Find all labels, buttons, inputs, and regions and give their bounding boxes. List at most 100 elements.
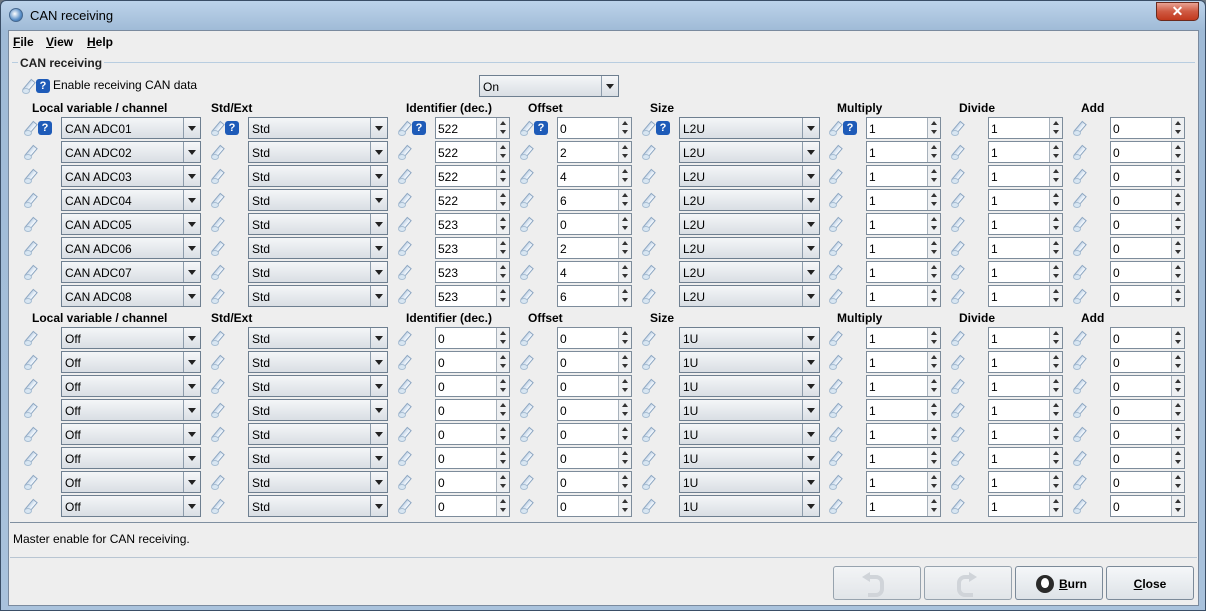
edit-icon[interactable] [209, 168, 225, 184]
multiply-value[interactable]: 1 [869, 194, 876, 208]
identifier-spinner[interactable]: 523 [435, 261, 510, 283]
add-value[interactable]: 0 [1113, 428, 1120, 442]
spinner-arrows-icon[interactable] [927, 400, 940, 420]
divide-spinner[interactable]: 1 [988, 285, 1063, 307]
spinner-arrows-icon[interactable] [496, 376, 509, 396]
identifier-value[interactable]: 0 [438, 452, 445, 466]
offset-spinner[interactable]: 4 [557, 165, 632, 187]
local-combo[interactable]: CAN ADC01 [61, 117, 201, 139]
edit-icon[interactable] [209, 402, 225, 418]
chevron-down-icon[interactable] [370, 352, 387, 372]
chevron-down-icon[interactable] [183, 424, 200, 444]
spinner-arrows-icon[interactable] [1171, 142, 1184, 162]
chevron-down-icon[interactable] [370, 400, 387, 420]
edit-icon[interactable] [518, 498, 534, 514]
spinner-arrows-icon[interactable] [618, 118, 631, 138]
edit-icon[interactable] [827, 264, 843, 280]
offset-value[interactable]: 0 [560, 218, 567, 232]
identifier-value[interactable]: 0 [438, 428, 445, 442]
spinner-arrows-icon[interactable] [1171, 448, 1184, 468]
multiply-spinner[interactable]: 1 [866, 375, 941, 397]
edit-icon[interactable] [827, 378, 843, 394]
stdext-combo[interactable]: Std [248, 165, 388, 187]
local-combo[interactable]: Off [61, 447, 201, 469]
edit-icon[interactable] [640, 378, 656, 394]
local-combo[interactable]: CAN ADC02 [61, 141, 201, 163]
add-spinner[interactable]: 0 [1110, 351, 1185, 373]
identifier-value[interactable]: 523 [438, 242, 458, 256]
identifier-spinner[interactable]: 0 [435, 351, 510, 373]
offset-spinner[interactable]: 0 [557, 471, 632, 493]
chevron-down-icon[interactable] [183, 286, 200, 306]
local-combo[interactable]: Off [61, 471, 201, 493]
size-combo[interactable]: L2U [679, 189, 820, 211]
multiply-spinner[interactable]: 1 [866, 399, 941, 421]
stdext-combo[interactable]: Std [248, 285, 388, 307]
offset-spinner[interactable]: 0 [557, 495, 632, 517]
multiply-spinner[interactable]: 1 [866, 237, 941, 259]
edit-icon[interactable] [640, 264, 656, 280]
identifier-spinner[interactable]: 0 [435, 375, 510, 397]
spinner-arrows-icon[interactable] [1049, 262, 1062, 282]
add-value[interactable]: 0 [1113, 218, 1120, 232]
local-combo[interactable]: CAN ADC06 [61, 237, 201, 259]
close-button[interactable]: Close [1106, 566, 1194, 600]
add-spinner[interactable]: 0 [1110, 141, 1185, 163]
offset-spinner[interactable]: 0 [557, 327, 632, 349]
spinner-arrows-icon[interactable] [618, 376, 631, 396]
edit-icon[interactable] [22, 264, 38, 280]
window-close-button[interactable]: ✕ [1156, 2, 1199, 21]
edit-icon[interactable] [1071, 354, 1087, 370]
divide-value[interactable]: 1 [991, 170, 998, 184]
help-icon[interactable]: ? [38, 121, 52, 135]
offset-value[interactable]: 6 [560, 290, 567, 304]
size-combo[interactable]: L2U [679, 165, 820, 187]
edit-icon[interactable] [20, 78, 36, 94]
chevron-down-icon[interactable] [183, 448, 200, 468]
burn-button[interactable]: Burn [1015, 566, 1103, 600]
chevron-down-icon[interactable] [370, 262, 387, 282]
edit-icon[interactable] [22, 240, 38, 256]
identifier-value[interactable]: 522 [438, 122, 458, 136]
add-value[interactable]: 0 [1113, 122, 1120, 136]
identifier-spinner[interactable]: 0 [435, 447, 510, 469]
chevron-down-icon[interactable] [183, 376, 200, 396]
spinner-arrows-icon[interactable] [1049, 214, 1062, 234]
spinner-arrows-icon[interactable] [927, 262, 940, 282]
edit-icon[interactable] [209, 426, 225, 442]
offset-spinner[interactable]: 0 [557, 375, 632, 397]
spinner-arrows-icon[interactable] [496, 142, 509, 162]
spinner-arrows-icon[interactable] [1049, 496, 1062, 516]
spinner-arrows-icon[interactable] [1049, 166, 1062, 186]
edit-icon[interactable] [518, 120, 534, 136]
identifier-value[interactable]: 523 [438, 266, 458, 280]
spinner-arrows-icon[interactable] [1171, 262, 1184, 282]
chevron-down-icon[interactable] [802, 424, 819, 444]
spinner-arrows-icon[interactable] [1049, 238, 1062, 258]
edit-icon[interactable] [949, 330, 965, 346]
edit-icon[interactable] [22, 192, 38, 208]
spinner-arrows-icon[interactable] [618, 262, 631, 282]
add-value[interactable]: 0 [1113, 266, 1120, 280]
edit-icon[interactable] [209, 192, 225, 208]
divide-value[interactable]: 1 [991, 332, 998, 346]
multiply-value[interactable]: 1 [869, 146, 876, 160]
offset-spinner[interactable]: 0 [557, 447, 632, 469]
edit-icon[interactable] [209, 450, 225, 466]
edit-icon[interactable] [1071, 450, 1087, 466]
divide-value[interactable]: 1 [991, 356, 998, 370]
identifier-spinner[interactable]: 522 [435, 141, 510, 163]
spinner-arrows-icon[interactable] [496, 118, 509, 138]
edit-icon[interactable] [1071, 402, 1087, 418]
multiply-spinner[interactable]: 1 [866, 447, 941, 469]
multiply-value[interactable]: 1 [869, 218, 876, 232]
edit-icon[interactable] [22, 450, 38, 466]
chevron-down-icon[interactable] [183, 142, 200, 162]
spinner-arrows-icon[interactable] [496, 214, 509, 234]
size-combo[interactable]: 1U [679, 423, 820, 445]
offset-value[interactable]: 4 [560, 170, 567, 184]
help-icon[interactable]: ? [534, 121, 548, 135]
edit-icon[interactable] [827, 120, 843, 136]
chevron-down-icon[interactable] [802, 472, 819, 492]
offset-value[interactable]: 0 [560, 476, 567, 490]
